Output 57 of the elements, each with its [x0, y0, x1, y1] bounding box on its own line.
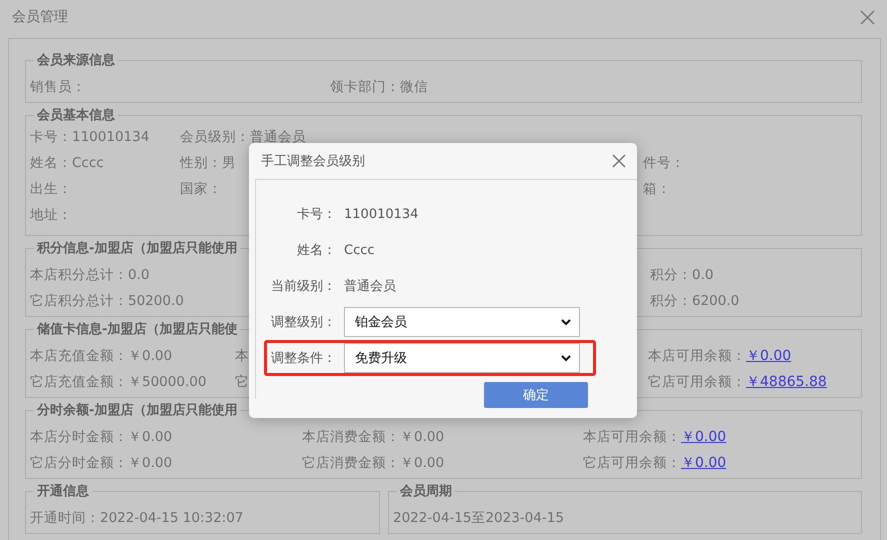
close-icon[interactable] — [611, 153, 627, 169]
field-text: 领卡部门：微信 — [330, 78, 428, 96]
field-text: 国家： — [180, 180, 222, 198]
field-label: 它店可用余额： — [648, 374, 746, 390]
field-text: 本店分时金额：￥0.00 — [30, 428, 172, 446]
field-label: 调整条件： — [270, 350, 336, 367]
field-text: 销售员： — [30, 78, 86, 96]
field-label: 本店可用余额： — [583, 429, 681, 445]
dialog-title: 手工调整会员级别 — [261, 153, 365, 170]
field-text: 积分：0.0 — [650, 266, 714, 284]
field-text: 本店充值金额：￥0.00 — [30, 347, 172, 365]
field-text: 2022-04-15至2023-04-15 — [393, 509, 564, 527]
field-text: 地址： — [30, 206, 72, 224]
dropdown[interactable]: 免费升级 — [344, 343, 580, 373]
section-title: 分时余额-加盟店（加盟店只能使用 — [36, 402, 238, 419]
field-text: 本 — [235, 347, 249, 365]
field-label: 它店可用余额： — [583, 455, 681, 471]
amount-link[interactable]: ￥0.00 — [681, 455, 726, 471]
field-text: 性别：男 — [180, 154, 236, 172]
field-value: 普通会员 — [344, 278, 396, 295]
window-title: 会员管理 — [12, 8, 68, 26]
section-title: 储值卡信息-加盟店（加盟店只能使 — [36, 320, 238, 338]
section-title: 积分信息-加盟店（加盟店只能使用 — [36, 240, 238, 257]
field-label: 卡号： — [296, 206, 336, 223]
field-value: Cccc — [344, 242, 375, 258]
field-text: 它 — [235, 373, 249, 391]
close-icon[interactable] — [860, 10, 875, 24]
field-text: 积分：6200.0 — [650, 292, 740, 310]
field-text: 它店充值金额：￥50000.00 — [30, 373, 206, 391]
field-text: 本店消费金额：￥0.00 — [302, 428, 444, 446]
chevron-icon — [561, 354, 571, 362]
dropdown[interactable]: 铂金会员 — [344, 307, 580, 337]
field-text: 箱： — [643, 180, 671, 198]
field-label: 本店可用余额： — [648, 348, 746, 364]
field-text: 本店积分总计：0.0 — [30, 266, 150, 284]
field-text: 卡号：110010134 — [30, 128, 150, 146]
field-text: 会员级别：普通会员 — [180, 128, 306, 146]
section-title: 会员周期 — [398, 483, 453, 500]
field-text: 件号： — [643, 154, 685, 172]
field-label: 调整级别： — [270, 314, 336, 331]
field-text: 出生： — [30, 180, 72, 198]
chevron-icon — [561, 318, 571, 326]
amount-link[interactable]: ￥0.00 — [746, 348, 792, 364]
section-title: 开通信息 — [36, 483, 90, 500]
amount-link[interactable]: ￥48865.88 — [746, 374, 827, 390]
field-value: 110010134 — [344, 206, 418, 222]
field-label: 姓名： — [296, 242, 336, 259]
confirm-button[interactable]: 确定 — [484, 382, 588, 408]
section-title: 会员基本信息 — [36, 107, 116, 124]
field-label: 当前级别： — [270, 278, 336, 295]
field-text: 它店分时金额：￥0.00 — [30, 454, 172, 472]
field-text: 它店积分总计：50200.0 — [30, 292, 184, 310]
field-text: 姓名：Cccc — [30, 154, 104, 172]
field-text: 它店消费金额：￥0.00 — [302, 454, 444, 472]
amount-link[interactable]: ￥0.00 — [681, 429, 726, 445]
section-title: 会员来源信息 — [36, 52, 116, 69]
field-text: 开通时间：2022-04-15 10:32:07 — [30, 509, 244, 527]
